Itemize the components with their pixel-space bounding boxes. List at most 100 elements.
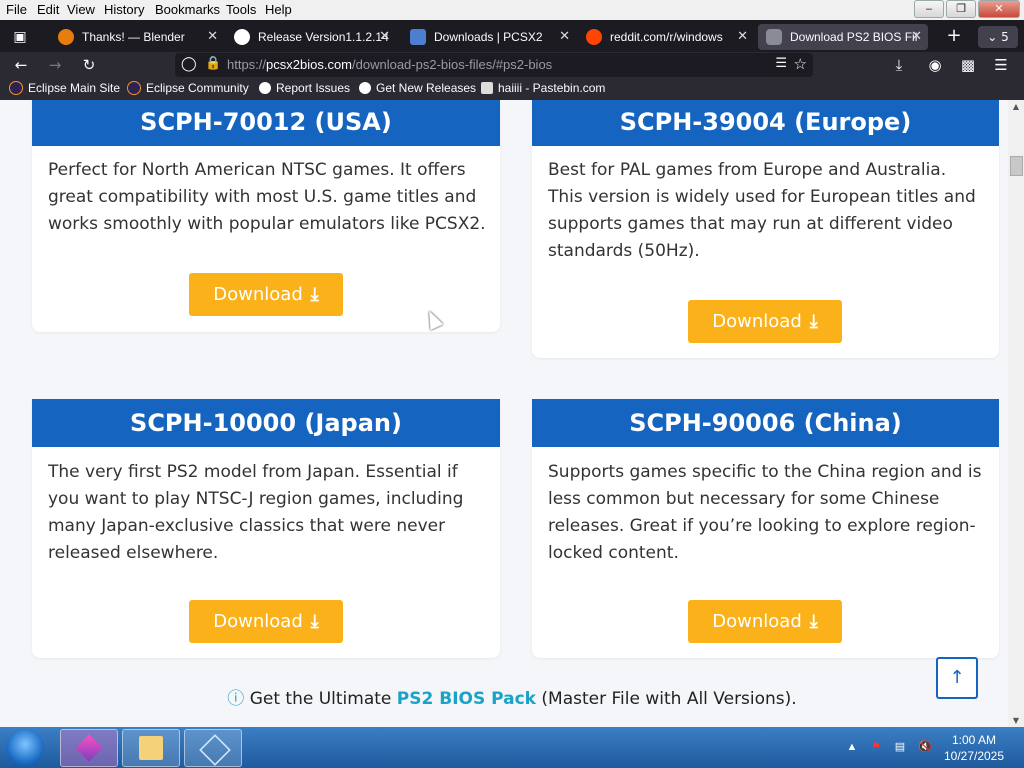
address-bar[interactable]: ◯ 🔒 https://pcsx2bios.com/download-ps2-b… <box>175 53 813 77</box>
tab-title: Thanks! — Blender <box>82 30 185 44</box>
chevron-down-icon: ⌄ <box>987 30 998 44</box>
bios-card-china: SCPH-90006 (China) Supports games specif… <box>532 399 999 658</box>
arrow-up-icon: ↑ <box>949 667 965 688</box>
shield-icon[interactable]: ◯ <box>181 56 197 72</box>
clock-date[interactable]: 10/27/2025 <box>938 749 1010 763</box>
maximize-button[interactable]: ❐ <box>946 0 976 18</box>
minimize-button[interactable]: – <box>914 0 944 18</box>
eclipse-icon <box>127 81 141 95</box>
plus-icon: + <box>946 25 962 46</box>
url-prefix: https:// <box>227 57 267 72</box>
bookmark-report-issues[interactable]: Report Issues <box>259 81 350 95</box>
reader-view-icon[interactable]: ☰ <box>775 56 787 71</box>
vertical-scrollbar[interactable]: ▲ ▼ <box>1008 100 1024 727</box>
bios-card-usa: SCPH-70012 (USA) Perfect for North Ameri… <box>32 100 500 332</box>
back-to-top-button[interactable]: ↑ <box>936 657 978 699</box>
reddit-icon <box>586 29 602 45</box>
tab-title: Download PS2 BIOS Fil <box>790 30 918 44</box>
menu-bookmarks[interactable]: Bookmarks <box>155 2 220 17</box>
download-button-japan[interactable]: Download ⤓ <box>189 600 343 643</box>
scroll-up-icon[interactable]: ▲ <box>1008 102 1024 111</box>
download-icon: ⤓ <box>310 611 319 632</box>
action-center-flag-icon[interactable]: ⚑ <box>870 741 882 753</box>
reload-button[interactable]: ↻ <box>78 55 100 75</box>
scrollbar-thumb[interactable] <box>1010 156 1023 176</box>
download-label: Download <box>213 284 303 305</box>
download-label: Download <box>712 311 802 332</box>
tab-github-release[interactable]: Release Version1.1.2.14 ✕ <box>228 24 390 50</box>
close-tab-icon[interactable]: ✕ <box>737 28 748 44</box>
card-title: SCPH-70012 (USA) <box>32 100 500 146</box>
download-button-china[interactable]: Download ⤓ <box>688 600 842 643</box>
github-icon <box>359 82 371 94</box>
downloads-button[interactable]: ⤓ <box>888 55 910 75</box>
download-button-usa[interactable]: Download ⤓ <box>189 273 343 316</box>
bookmark-eclipse-main[interactable]: Eclipse Main Site <box>9 81 120 95</box>
bios-pack-notice: ⓘ Get the Ultimate PS2 BIOS Pack (Master… <box>0 684 1008 709</box>
bookmark-pastebin[interactable]: haiiii - Pastebin.com <box>481 81 605 95</box>
new-tab-button[interactable]: + <box>944 26 964 46</box>
menu-bar: File Edit View History Bookmarks Tools H… <box>0 0 1024 20</box>
bookmark-eclipse-community[interactable]: Eclipse Community <box>127 81 249 95</box>
taskbar-app-explorer[interactable] <box>122 729 180 767</box>
extensions-button[interactable]: ▩ <box>957 55 979 75</box>
bios-pack-link[interactable]: PS2 BIOS Pack <box>397 689 536 709</box>
pcsx2-icon <box>410 29 426 45</box>
network-icon[interactable]: ▤ <box>894 741 906 753</box>
card-title: SCPH-90006 (China) <box>532 399 999 447</box>
card-description: Perfect for North American NTSC games. I… <box>48 160 486 234</box>
bookmark-label: Eclipse Main Site <box>28 81 121 95</box>
download-icon: ⤓ <box>895 56 903 74</box>
menu-help[interactable]: Help <box>265 2 292 17</box>
arrow-left-icon: ← <box>14 56 28 74</box>
menu-history[interactable]: History <box>104 2 144 17</box>
clock-time[interactable]: 1:00 AM <box>944 733 1004 747</box>
bookmark-label: haiiii - Pastebin.com <box>498 81 606 95</box>
close-tab-icon[interactable]: ✕ <box>379 28 390 44</box>
url-host: pcsx2bios.com <box>266 57 353 72</box>
download-label: Download <box>712 611 802 632</box>
arrow-right-icon: → <box>48 56 62 74</box>
window-controls: – ❐ ✕ <box>914 0 1020 18</box>
firefox-view-button[interactable]: ▣ <box>0 24 40 50</box>
close-tab-icon[interactable]: ✕ <box>911 28 922 44</box>
forward-button[interactable]: → <box>44 55 66 75</box>
bookmark-get-new-releases[interactable]: Get New Releases <box>359 81 476 95</box>
menu-file[interactable]: File <box>6 2 27 17</box>
taskbar-app-pcsx2[interactable] <box>184 729 242 767</box>
menu-view[interactable]: View <box>67 2 95 17</box>
tab-reddit[interactable]: reddit.com/r/windows ✕ <box>580 24 748 50</box>
tab-title: reddit.com/r/windows <box>610 30 723 44</box>
menu-edit[interactable]: Edit <box>37 2 59 17</box>
close-window-button[interactable]: ✕ <box>978 0 1020 18</box>
lock-icon[interactable]: 🔒 <box>205 56 221 71</box>
start-button[interactable] <box>6 729 44 767</box>
close-tab-icon[interactable]: ✕ <box>207 28 218 44</box>
close-tab-icon[interactable]: ✕ <box>559 28 570 44</box>
bios-card-europe: SCPH-39004 (Europe) Best for PAL games f… <box>532 100 999 358</box>
star-icon[interactable]: ☆ <box>794 55 807 73</box>
tab-ps2-bios[interactable]: Download PS2 BIOS Fil ✕ <box>758 24 928 50</box>
account-icon: ◉ <box>928 56 942 74</box>
download-icon: ⤓ <box>809 311 818 332</box>
card-description: Best for PAL games from Europe and Austr… <box>548 160 976 261</box>
eclipse-icon <box>9 81 23 95</box>
tab-pcsx2-downloads[interactable]: Downloads | PCSX2 ✕ <box>404 24 570 50</box>
download-button-europe[interactable]: Download ⤓ <box>688 300 842 343</box>
tab-title: Release Version1.1.2.14 <box>258 30 389 44</box>
tab-blender[interactable]: Thanks! — Blender ✕ <box>52 24 218 50</box>
back-button[interactable]: ← <box>10 55 32 75</box>
page-content: SCPH-70012 (USA) Perfect for North Ameri… <box>0 100 1008 727</box>
navigation-bar: ← → ↻ ◯ 🔒 https://pcsx2bios.com/download… <box>0 52 1024 78</box>
menu-tools[interactable]: Tools <box>226 2 256 17</box>
volume-muted-icon[interactable]: 🔇 <box>918 741 932 753</box>
bookmark-label: Get New Releases <box>376 81 477 95</box>
list-all-tabs-button[interactable]: ⌄ 5 <box>978 26 1018 48</box>
show-hidden-icons[interactable]: ▲ <box>846 741 858 753</box>
bios-card-japan: SCPH-10000 (Japan) The very first PS2 mo… <box>32 399 500 658</box>
app-menu-button[interactable]: ☰ <box>990 55 1012 75</box>
scroll-down-icon[interactable]: ▼ <box>1008 716 1024 725</box>
account-button[interactable]: ◉ <box>924 55 946 75</box>
taskbar-app-visual-studio[interactable] <box>60 729 118 767</box>
url-text[interactable]: https://pcsx2bios.com/download-ps2-bios-… <box>227 57 552 72</box>
